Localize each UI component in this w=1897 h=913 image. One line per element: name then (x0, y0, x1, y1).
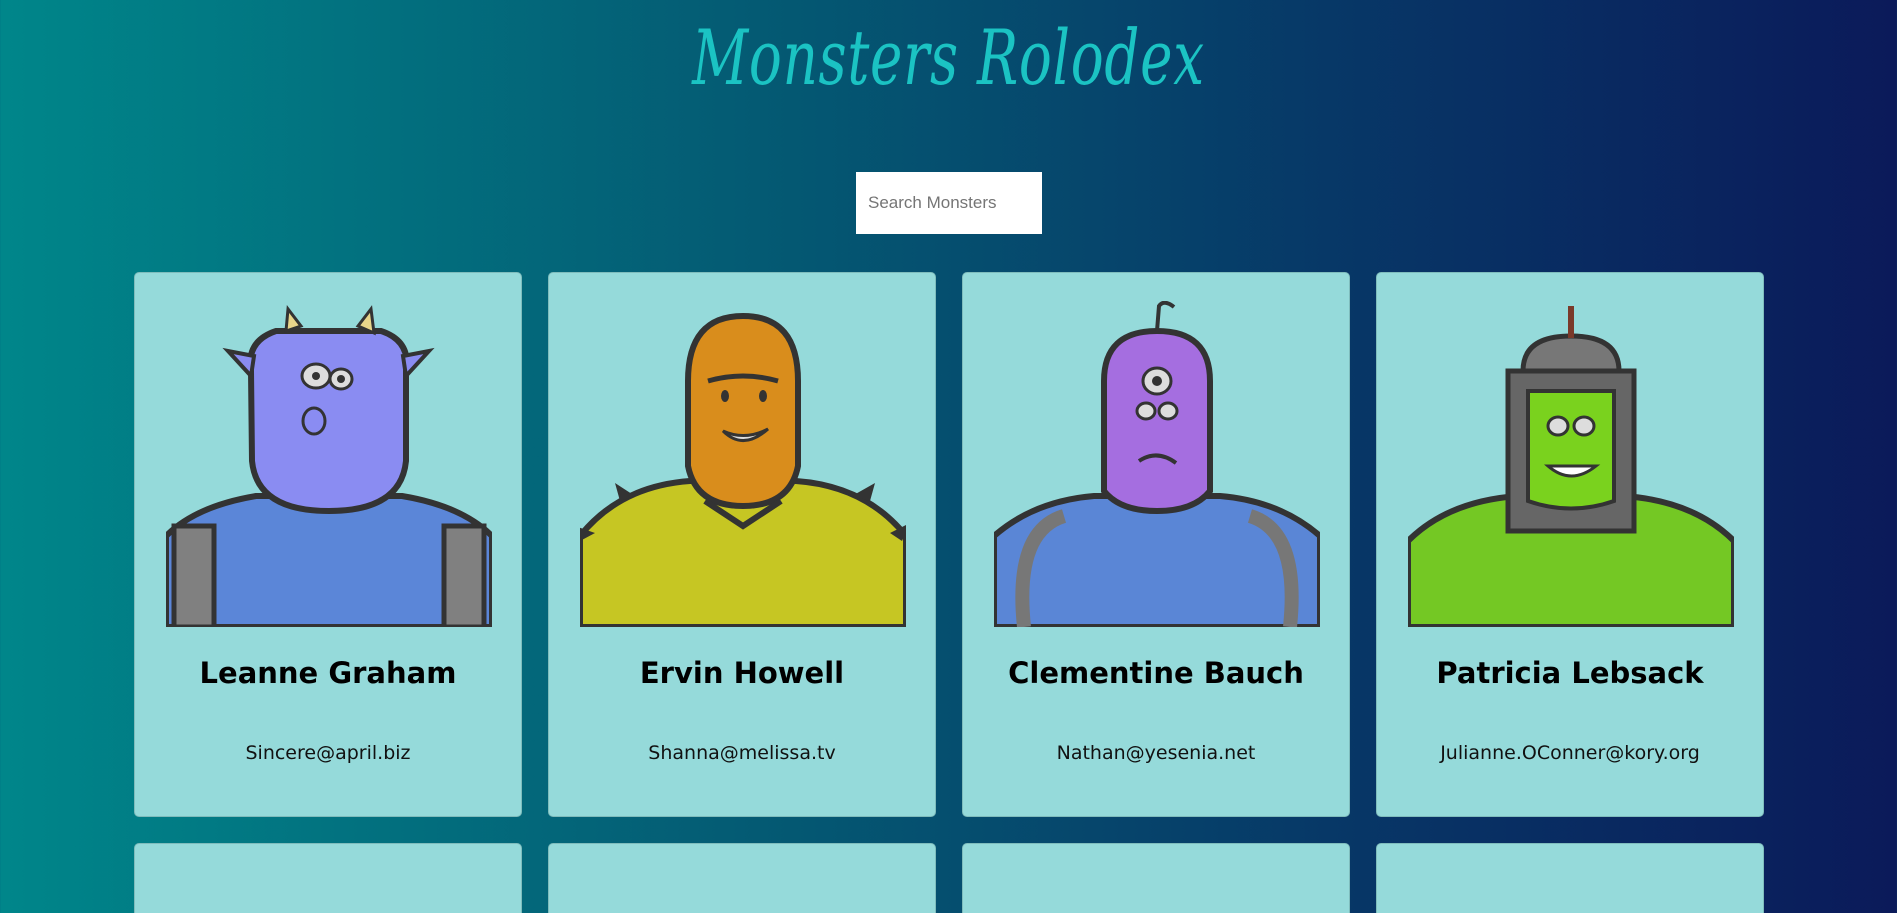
monster-card[interactable] (1376, 843, 1764, 913)
search-input[interactable] (856, 172, 1042, 234)
monster-card[interactable] (962, 843, 1350, 913)
monster-avatar (994, 301, 1320, 627)
monster-email: Shanna@melissa.tv (648, 742, 836, 764)
monster-name: Patricia Lebsack (1436, 656, 1704, 690)
monster-card[interactable]: Leanne Graham Sincere@april.biz (134, 272, 522, 817)
monster-avatar (166, 305, 492, 627)
monster-card[interactable] (548, 843, 936, 913)
page-title: Monsters Rolodex (692, 13, 1205, 102)
monster-email: Nathan@yesenia.net (1056, 742, 1256, 764)
monster-name: Leanne Graham (199, 656, 457, 690)
monster-name: Ervin Howell (639, 656, 845, 690)
monster-card[interactable]: Ervin Howell Shanna@melissa.tv (548, 272, 936, 817)
monster-card[interactable]: Patricia Lebsack Julianne.OConner@kory.o… (1376, 272, 1764, 817)
monster-avatar (1408, 306, 1734, 627)
monster-name: Clementine Bauch (1008, 656, 1304, 690)
monster-card[interactable]: Clementine Bauch Nathan@yesenia.net (962, 272, 1350, 817)
monster-card[interactable] (134, 843, 522, 913)
monster-email: Julianne.OConner@kory.org (1440, 742, 1700, 764)
monster-email: Sincere@april.biz (245, 742, 411, 764)
monster-card-list: Leanne Graham Sincere@april.biz Ervin Ho… (134, 272, 1764, 913)
monster-avatar (580, 312, 906, 627)
